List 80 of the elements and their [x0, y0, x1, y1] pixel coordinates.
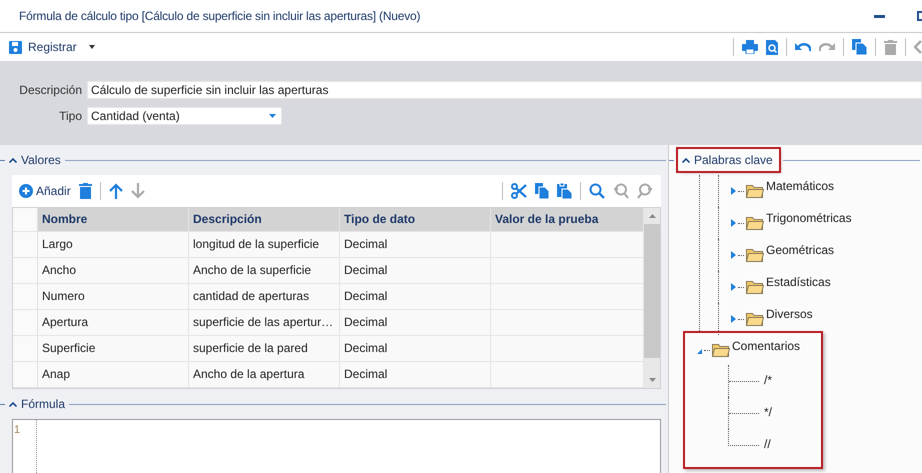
table-cell: Decimal: [340, 284, 491, 309]
field-label: Descripción: [18, 83, 83, 97]
redo-icon[interactable]: [819, 41, 835, 53]
table-cell: Decimal: [340, 232, 491, 257]
expand-triangle-icon[interactable]: [731, 283, 736, 291]
save-icon: [9, 40, 22, 54]
back-icon[interactable]: [914, 40, 922, 54]
print-icon[interactable]: [742, 40, 758, 54]
table-cell: cantidad de aperturas: [189, 284, 340, 309]
expand-triangle-icon[interactable]: [731, 251, 736, 259]
arrow-down-icon[interactable]: [130, 183, 145, 199]
tree-item[interactable]: Comentarios: [732, 339, 800, 353]
description-field[interactable]: Cálculo de superficie sin incluir las aperturas: [87, 81, 922, 99]
tree-item[interactable]: Trigonométricas: [766, 211, 852, 225]
tree-item[interactable]: Estadísticas: [766, 275, 831, 289]
table-cell: Largo: [38, 232, 189, 257]
table-cell: Decimal: [340, 258, 491, 283]
folder-icon: [746, 184, 764, 198]
maximize-icon[interactable]: [917, 11, 922, 21]
collapse-icon[interactable]: [9, 158, 17, 162]
column-header[interactable]: Tipo de dato: [340, 208, 491, 231]
tree-item[interactable]: //: [764, 437, 771, 451]
field-label: Tipo: [58, 109, 83, 123]
table-cell: superficie de la pared: [189, 336, 340, 361]
undo-icon[interactable]: [795, 41, 811, 53]
search-previous-icon[interactable]: [613, 183, 629, 199]
column-header[interactable]: Nombre: [38, 208, 189, 231]
print-preview-icon[interactable]: [766, 40, 778, 54]
dropdown-caret-icon[interactable]: [269, 114, 276, 118]
table-cell: Decimal: [340, 336, 491, 361]
scissors-icon[interactable]: [511, 183, 527, 199]
collapse-icon[interactable]: [682, 158, 690, 162]
trash-icon[interactable]: [78, 183, 92, 199]
table-cell: Decimal: [340, 310, 491, 335]
folder-icon: [712, 343, 730, 357]
scroll-down-arrow-icon[interactable]: [648, 378, 656, 382]
table-cell: Numero: [38, 284, 189, 309]
table-cell: Ancho de la superficie: [189, 258, 340, 283]
copy-icon[interactable]: [535, 183, 549, 199]
folder-icon: [746, 280, 764, 294]
save-button[interactable]: Registrar: [7, 38, 79, 56]
type-dropdown[interactable]: Cantidad (venta): [87, 107, 282, 125]
expand-triangle-icon[interactable]: [731, 187, 736, 195]
search-next-icon[interactable]: [637, 183, 653, 199]
folder-icon: [746, 216, 764, 230]
scrollbar[interactable]: [644, 208, 660, 388]
table-cell: Ancho: [38, 258, 189, 283]
scroll-up-arrow-icon[interactable]: [648, 214, 656, 218]
section-title: Valores: [21, 153, 61, 167]
folder-icon: [746, 248, 764, 262]
collapse-icon[interactable]: [9, 402, 17, 406]
tree-item[interactable]: */: [764, 405, 772, 419]
expand-triangle-icon[interactable]: [731, 315, 736, 323]
minimize-icon[interactable]: [874, 14, 885, 18]
table-cell: superficie de las apertur…: [189, 310, 340, 335]
trash-icon[interactable]: [884, 40, 897, 54]
folder-icon: [746, 312, 764, 326]
column-header[interactable]: Descripción: [189, 208, 340, 231]
tree-item[interactable]: Diversos: [766, 307, 813, 321]
table-cell: Ancho de la apertura: [189, 362, 340, 387]
table-cell: Apertura: [38, 310, 189, 335]
window-title: Fórmula de cálculo tipo [Cálculo de superficie sin incluir las aperturas] (Nuevo): [19, 9, 420, 23]
table-cell: Decimal: [340, 362, 491, 387]
table-cell: Superficie: [38, 336, 189, 361]
line-number: 1: [14, 424, 20, 436]
add-button[interactable]: Añadir: [19, 184, 71, 198]
paste-icon[interactable]: [557, 183, 572, 199]
add-icon: [19, 184, 33, 198]
search-icon[interactable]: [589, 183, 605, 199]
expand-triangle-icon[interactable]: [731, 219, 736, 227]
arrow-up-icon[interactable]: [108, 183, 123, 199]
tree-item[interactable]: Matemáticos: [766, 179, 834, 193]
table-cell: longitud de la superficie: [189, 232, 340, 257]
tree-item[interactable]: Geométricas: [766, 243, 834, 257]
section-title: Fórmula: [21, 397, 66, 411]
caret-icon[interactable]: [88, 45, 95, 49]
tree-item[interactable]: /*: [764, 373, 772, 387]
copy-icon[interactable]: [852, 39, 867, 55]
section-title: Palabras clave: [694, 153, 773, 167]
table-cell: Anap: [38, 362, 189, 387]
